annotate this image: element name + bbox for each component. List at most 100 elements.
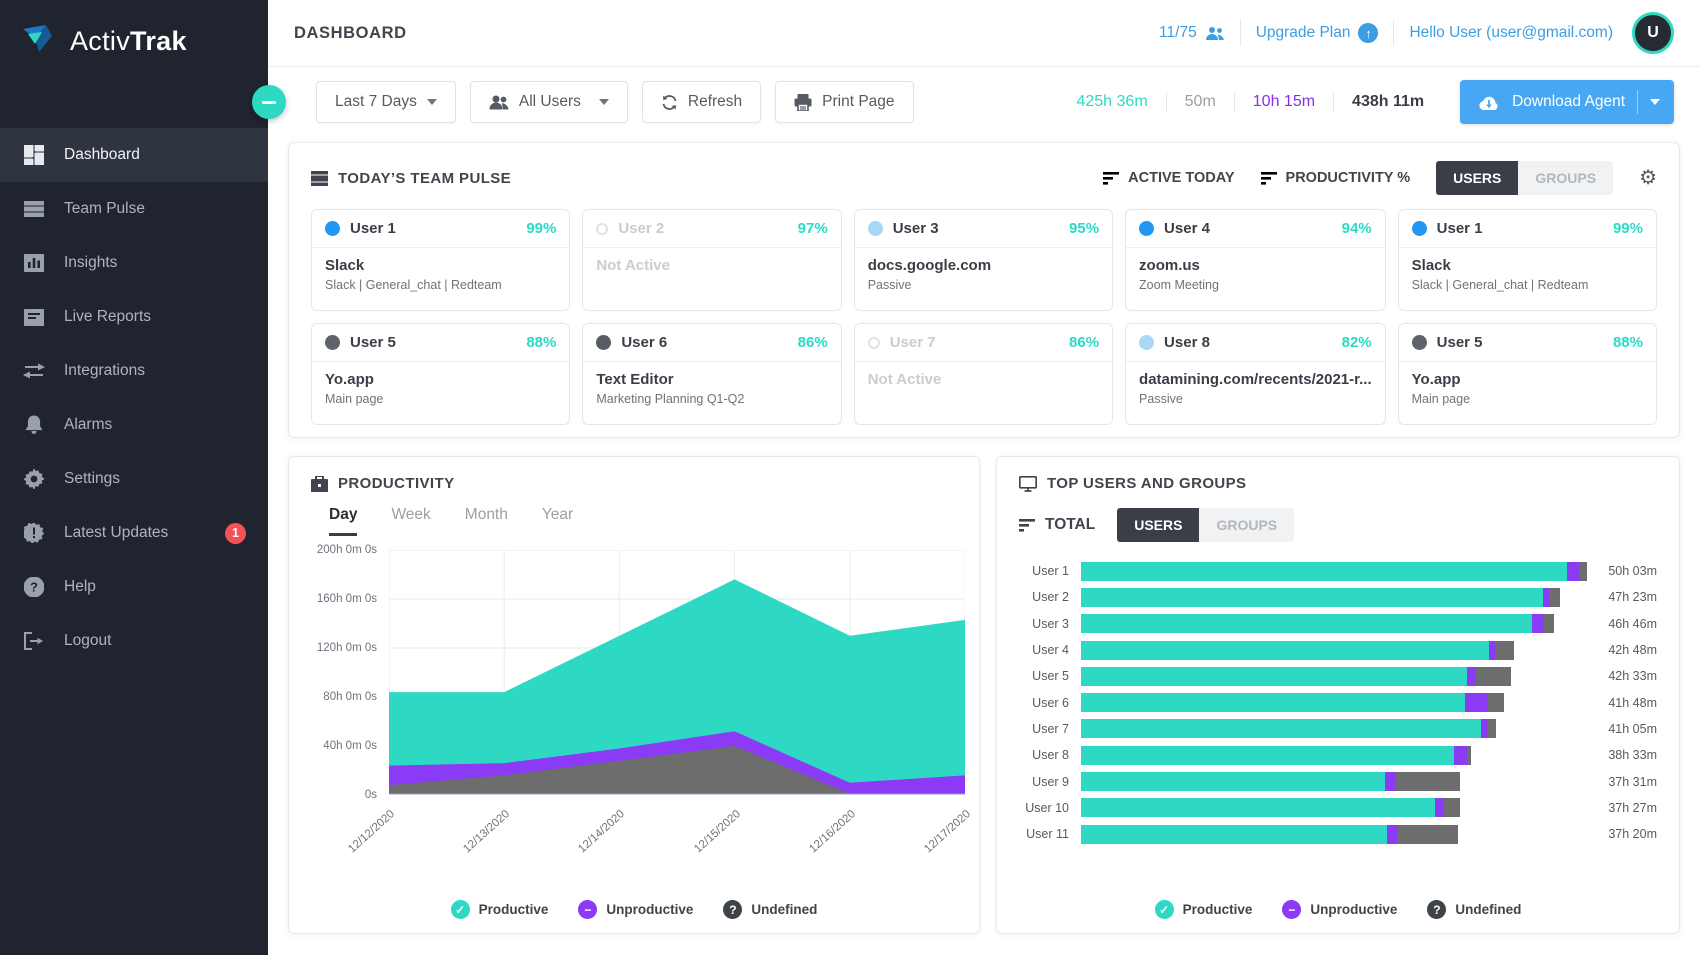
pulse-card-user-2-1[interactable]: User 297%Not Active	[582, 209, 841, 311]
team-pulse-card: TODAY’S TEAM PULSE ACTIVE TODAY PRODUCTI…	[288, 142, 1680, 438]
page-title: DASHBOARD	[294, 24, 407, 43]
pulse-productivity-pct: 88%	[526, 334, 556, 351]
stacked-bar	[1081, 772, 1460, 791]
bar-segment-productive	[1081, 772, 1385, 791]
bar-segment-undefined	[1444, 798, 1459, 817]
sidebar: ActivTrak DashboardTeam PulseInsightsLiv…	[0, 0, 268, 955]
tab-month[interactable]: Month	[465, 506, 508, 536]
bar-segment-undefined	[1397, 825, 1459, 844]
pulse-productivity-pct: 86%	[798, 334, 828, 351]
download-agent-button[interactable]: Download Agent	[1460, 80, 1674, 124]
bar-total-time: 38h 33m	[1587, 748, 1657, 762]
pulse-productivity-pct: 97%	[798, 220, 828, 237]
bar-user-label: User 10	[1009, 801, 1081, 815]
pulse-productivity-pct: 86%	[1069, 334, 1099, 351]
pulse-user-name: User 5	[1437, 334, 1483, 351]
users-icon	[1205, 26, 1225, 41]
pulse-user-name: User 4	[1164, 220, 1210, 237]
time-stats: 425h 36m50m10h 15m438h 11m	[1058, 93, 1442, 111]
pulse-card-user-4-3[interactable]: User 494%zoom.usZoom Meeting	[1125, 209, 1386, 311]
sidebar-item-logout[interactable]: Logout	[0, 614, 268, 668]
toggle-groups[interactable]: GROUPS	[1518, 161, 1613, 195]
bar-segment-undefined	[1476, 667, 1511, 686]
y-tick-label: 0s	[365, 789, 377, 801]
bar-user-label: User 5	[1009, 669, 1081, 683]
sort-active-today[interactable]: ACTIVE TODAY	[1103, 170, 1234, 186]
team-pulse-grid: User 199%SlackSlack | General_chat | Red…	[289, 207, 1679, 443]
bar-segment-unproductive	[1387, 825, 1397, 844]
total-sort[interactable]: TOTAL	[1019, 516, 1095, 534]
logo[interactable]: ActivTrak	[0, 0, 268, 68]
toggle-users[interactable]: USERS	[1436, 161, 1518, 195]
pulse-card-user-1-4[interactable]: User 199%SlackSlack | General_chat | Red…	[1398, 209, 1657, 311]
filter-icon	[1019, 519, 1035, 532]
pulse-activity-subtitle: Slack | General_chat | Redteam	[1412, 278, 1643, 293]
pulse-card-user-5-5[interactable]: User 588%Yo.appMain page	[311, 323, 570, 425]
pulse-activity-title: Yo.app	[325, 371, 556, 388]
notification-badge: 1	[225, 523, 246, 544]
pulse-activity-title: Slack	[1412, 257, 1643, 274]
pulse-card-user-6-6[interactable]: User 686%Text EditorMarketing Planning Q…	[582, 323, 841, 425]
collapse-sidebar-button[interactable]	[252, 85, 286, 119]
user-menu[interactable]: Hello User (user@gmail.com)	[1409, 24, 1613, 42]
gear-icon[interactable]: ⚙	[1639, 168, 1657, 188]
pulse-card-user-7-7[interactable]: User 786%Not Active	[854, 323, 1113, 425]
print-page-button[interactable]: Print Page	[775, 81, 913, 123]
x-tick-label: 12/13/2020	[461, 808, 512, 855]
pulse-activity-subtitle: Main page	[1412, 392, 1643, 407]
upgrade-plan-link[interactable]: Upgrade Plan ↑	[1256, 23, 1379, 43]
bar-user-label: User 4	[1009, 643, 1081, 657]
refresh-button[interactable]: Refresh	[642, 81, 761, 123]
pulse-card-user-1-0[interactable]: User 199%SlackSlack | General_chat | Red…	[311, 209, 570, 311]
stacked-bar	[1081, 588, 1560, 607]
sidebar-item-live-reports[interactable]: Live Reports	[0, 290, 268, 344]
divider	[1240, 20, 1241, 46]
x-tick-label: 12/17/2020	[922, 808, 973, 855]
bar-segment-undefined	[1549, 588, 1560, 607]
x-tick-label: 12/14/2020	[577, 808, 628, 855]
caret-down-icon	[1650, 99, 1660, 105]
sidebar-item-team-pulse[interactable]: Team Pulse	[0, 182, 268, 236]
bar-row-user-11: User 1137h 20m	[1009, 821, 1657, 847]
y-axis-labels: 200h 0m 0s160h 0m 0s120h 0m 0s80h 0m 0s4…	[289, 550, 377, 795]
pulse-card-user-3-2[interactable]: User 395%docs.google.comPassive	[854, 209, 1113, 311]
sort-productivity[interactable]: PRODUCTIVITY %	[1261, 170, 1411, 186]
stacked-bar	[1081, 641, 1514, 660]
tab-week[interactable]: Week	[391, 506, 430, 536]
license-count[interactable]: 11/75	[1159, 24, 1225, 42]
toggle-users[interactable]: USERS	[1117, 508, 1199, 542]
legend-item-productive: ✓Productive	[451, 900, 549, 919]
sidebar-item-help[interactable]: ?Help	[0, 560, 268, 614]
sidebar-item-alarms[interactable]: Alarms	[0, 398, 268, 452]
pulse-activity-title: datamining.com/recents/2021-r...	[1139, 371, 1372, 388]
time-stat: 425h 36m	[1058, 93, 1165, 111]
bar-total-time: 37h 31m	[1587, 775, 1657, 789]
date-range-dropdown[interactable]: Last 7 Days	[316, 81, 456, 123]
sidebar-item-integrations[interactable]: Integrations	[0, 344, 268, 398]
briefcase-icon	[311, 476, 328, 492]
bar-user-label: User 11	[1009, 827, 1081, 841]
avatar[interactable]: U	[1632, 12, 1674, 54]
y-tick-label: 160h 0m 0s	[317, 593, 377, 605]
sidebar-item-dashboard[interactable]: Dashboard	[0, 128, 268, 182]
sidebar-item-insights[interactable]: Insights	[0, 236, 268, 290]
tab-year[interactable]: Year	[542, 506, 573, 536]
sidebar-item-settings[interactable]: Settings	[0, 452, 268, 506]
bar-total-time: 41h 05m	[1587, 722, 1657, 736]
list-icon	[311, 171, 328, 186]
pulse-activity-title: Not Active	[596, 257, 827, 274]
bar-segment-unproductive	[1454, 746, 1466, 765]
bar-segment-productive	[1081, 746, 1454, 765]
bar-segment-undefined	[1579, 562, 1587, 581]
pulse-user-name: User 8	[1164, 334, 1210, 351]
tab-day[interactable]: Day	[329, 506, 357, 536]
x-tick-label: 12/12/2020	[346, 808, 397, 855]
undefined-legend-icon: ?	[723, 900, 742, 919]
stacked-bar	[1081, 825, 1458, 844]
pulse-card-user-5-9[interactable]: User 588%Yo.appMain page	[1398, 323, 1657, 425]
pulse-card-user-8-8[interactable]: User 882%datamining.com/recents/2021-r..…	[1125, 323, 1386, 425]
toggle-groups[interactable]: GROUPS	[1199, 508, 1294, 542]
user-filter-dropdown[interactable]: All Users	[470, 81, 628, 123]
sidebar-item-latest-updates[interactable]: Latest Updates1	[0, 506, 268, 560]
pulse-activity-subtitle: Zoom Meeting	[1139, 278, 1372, 293]
